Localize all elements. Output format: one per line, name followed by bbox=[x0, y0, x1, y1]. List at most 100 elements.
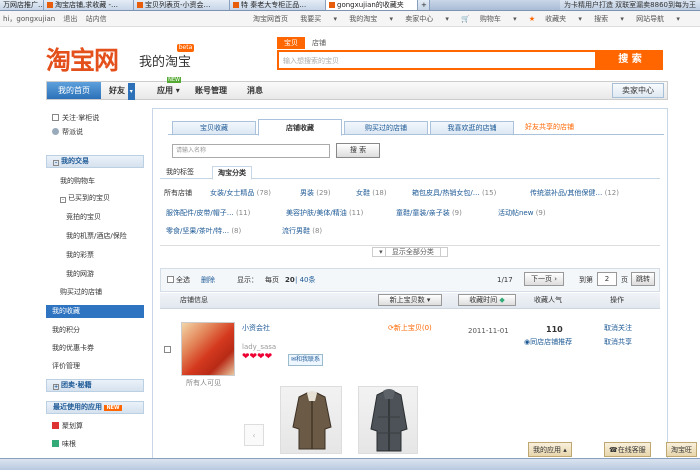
wangwang-button[interactable]: 淘宝旺 bbox=[666, 442, 697, 457]
sidebar-item-games[interactable]: 我的网游 bbox=[46, 268, 144, 280]
favorites-search-button[interactable]: 搜 索 bbox=[336, 143, 380, 158]
col-new-items[interactable]: 新上宝贝数 ▾ bbox=[378, 294, 442, 306]
delete-link[interactable]: 删除 bbox=[201, 274, 215, 286]
search-input[interactable]: 输入想搜索的宝贝 bbox=[277, 50, 597, 70]
tab-shop-favorites[interactable]: 店铺收藏 bbox=[258, 119, 342, 136]
inbox-link[interactable]: 站内信 bbox=[86, 15, 107, 23]
search-button[interactable]: 搜 索 bbox=[597, 50, 663, 70]
per-page-40[interactable]: | 40条 bbox=[295, 274, 316, 286]
goto-button[interactable]: 跳转 bbox=[631, 272, 655, 286]
menu-apps[interactable]: 应用 ▾ bbox=[157, 82, 180, 99]
browser-tab[interactable]: 万网店推广… bbox=[0, 0, 44, 10]
unfollow-link[interactable]: 取消关注 bbox=[604, 323, 632, 333]
new-tab-button[interactable]: + bbox=[418, 0, 430, 10]
subtab-my-tags[interactable]: 我的标签 bbox=[166, 166, 194, 179]
product-thumbnail[interactable] bbox=[280, 386, 342, 454]
unshare-link[interactable]: 取消共享 bbox=[604, 337, 632, 347]
sidebar-item-favorites[interactable]: 我的收藏 bbox=[46, 305, 144, 318]
sidebar-app-weigen[interactable]: 味根 bbox=[46, 438, 144, 450]
sidebar-item-bought-shops[interactable]: 购买过的店铺 bbox=[46, 286, 144, 298]
nav-my-taobao[interactable]: 我的淘宝 ▾ bbox=[349, 15, 393, 23]
category-item[interactable]: 服饰配件/皮带/帽子… (11) bbox=[166, 207, 250, 219]
goto-page-input[interactable]: 2 bbox=[597, 272, 617, 286]
online-service-button[interactable]: ☎在线客服 bbox=[604, 442, 651, 457]
logout-link[interactable]: 退出 bbox=[63, 15, 77, 23]
browser-tab-active[interactable]: gongxujian的收藏夹 bbox=[326, 0, 418, 10]
row-checkbox[interactable] bbox=[164, 345, 173, 354]
subtab-taobao-categories[interactable]: 淘宝分类 bbox=[212, 166, 252, 180]
sidebar-item-points[interactable]: 我的积分 bbox=[46, 324, 144, 336]
nav-seller-center[interactable]: 卖家中心 ▾ bbox=[405, 15, 449, 23]
sidebar-section-apps[interactable]: 最近使用的应用 NEW bbox=[46, 401, 144, 414]
menu-home[interactable]: 我的首页 bbox=[47, 82, 101, 99]
show-all-categories[interactable]: ▾ 显示全部分类 bbox=[160, 245, 660, 258]
search-tab-shops[interactable]: 店铺 bbox=[305, 37, 333, 49]
my-apps-button[interactable]: 我的应用 ▴ bbox=[528, 442, 572, 457]
search-tab-items[interactable]: 宝贝 bbox=[277, 37, 305, 49]
browser-tab-strip: 万网店推广… 淘宝店铺,求收藏 -… 宝贝列表页-小资会… 特 秦老大专柜正品… gon… bbox=[0, 0, 700, 11]
browser-tab[interactable]: 特 秦老大专柜正品… bbox=[230, 0, 326, 10]
tab-liked-shops[interactable]: 我喜欢逛的店铺 bbox=[430, 121, 514, 135]
category-item[interactable]: 男装 (29) bbox=[300, 187, 331, 199]
category-all[interactable]: 所有店铺 bbox=[164, 187, 192, 199]
new-items-link[interactable]: ⟳新上宝贝(0) bbox=[388, 323, 432, 333]
page-info: 1/17 bbox=[497, 276, 513, 284]
sidebar-item-auction[interactable]: 竞拍的宝贝 bbox=[46, 211, 144, 223]
nav-taobao-home[interactable]: 淘宝网首页 bbox=[253, 15, 288, 23]
next-page-button[interactable]: 下一页 › bbox=[524, 272, 564, 286]
nav-cart[interactable]: 🛒 购物车 ▾ bbox=[461, 15, 516, 23]
category-item[interactable]: 箱包皮具/热销女包/… (15) bbox=[412, 187, 496, 199]
category-item[interactable]: 活动帖new (9) bbox=[498, 207, 546, 219]
nav-search[interactable]: 搜索 ▾ bbox=[594, 15, 624, 23]
taobao-logo[interactable]: 淘宝网 bbox=[46, 41, 119, 77]
browser-tab[interactable]: 淘宝店铺,求收藏 -… bbox=[44, 0, 134, 10]
category-item[interactable]: 流行男鞋 (8) bbox=[282, 225, 322, 237]
per-page-20[interactable]: 20 bbox=[285, 274, 295, 286]
expand-icon: + bbox=[53, 384, 59, 390]
nav-buy[interactable]: 我要买 ▾ bbox=[300, 15, 337, 23]
checkbox-icon[interactable] bbox=[167, 276, 174, 283]
sidebar-item-lottery[interactable]: 我的彩票 bbox=[46, 249, 144, 261]
col-fav-time[interactable]: 收藏时间 ◆ bbox=[458, 294, 516, 306]
tab-bought-shops[interactable]: 购买过的店铺 bbox=[344, 121, 428, 135]
seller-center-button[interactable]: 卖家中心 bbox=[612, 83, 664, 98]
category-item[interactable]: 童鞋/童装/亲子装 (9) bbox=[396, 207, 462, 219]
site-top-nav: hi，gongxujian 退出 站内信 淘宝网首页 我要买 ▾ 我的淘宝 ▾ … bbox=[0, 11, 700, 27]
category-item[interactable]: 女鞋 (18) bbox=[356, 187, 387, 199]
product-thumbnail[interactable] bbox=[358, 386, 418, 454]
my-taobao-title: 我的淘宝 bbox=[139, 55, 192, 70]
sidebar-app-juhuasuan[interactable]: 聚划算 bbox=[46, 420, 144, 432]
sidebar-item-follow[interactable]: 关注·掌柜说 bbox=[46, 112, 144, 124]
sidebar-item-reviews[interactable]: 评价管理 bbox=[46, 360, 144, 372]
contact-button[interactable]: ✉和我联系 bbox=[288, 354, 324, 366]
menu-account[interactable]: 账号管理 bbox=[195, 82, 227, 99]
seller-name[interactable]: lady_sasa bbox=[242, 342, 276, 352]
sidebar-section-group[interactable]: + 团卖·秘籍 bbox=[46, 379, 144, 392]
menu-friends[interactable]: 好友 ▾ bbox=[109, 82, 135, 100]
tab-friend-shared-shops[interactable]: 好友共享的店铺 bbox=[525, 122, 574, 132]
category-item[interactable]: 传统滋补品/其他保健… (12) bbox=[530, 187, 619, 199]
select-all[interactable]: 全选 bbox=[167, 274, 190, 286]
category-item[interactable]: 女装/女士精品 (78) bbox=[210, 187, 271, 199]
sidebar-item-tickets[interactable]: 我的机票/酒店/保险 bbox=[46, 230, 144, 242]
shop-name-link[interactable]: 小资会社 bbox=[242, 323, 270, 333]
tab-item-favorites[interactable]: 宝贝收藏 bbox=[172, 121, 256, 135]
service-icon: ☎ bbox=[609, 446, 618, 454]
shop-thumbnail[interactable] bbox=[181, 322, 235, 376]
sidebar-section-trade[interactable]: - 我的交易 bbox=[46, 155, 144, 168]
category-item[interactable]: 零食/坚果/茶叶/特… (8) bbox=[166, 225, 241, 237]
sidebar-item-bought[interactable]: - 已买到的宝贝 bbox=[46, 192, 144, 204]
sidebar-item-coupons[interactable]: 我的优惠卡券 bbox=[46, 342, 144, 354]
sidebar-item-cart[interactable]: 我的购物车 bbox=[46, 175, 144, 187]
favorites-search-input[interactable]: 请输入名称 bbox=[172, 144, 330, 158]
similar-shops-link[interactable]: ◉同店店铺推荐 bbox=[524, 337, 572, 347]
category-item[interactable]: 美容护肤/美体/精油 (11) bbox=[286, 207, 363, 219]
checkbox-icon[interactable] bbox=[164, 346, 171, 353]
gallery-prev-button[interactable]: ‹ bbox=[244, 424, 264, 446]
show-all-button[interactable]: ▾ 显示全部分类 bbox=[372, 247, 448, 257]
menu-messages[interactable]: 消息 bbox=[247, 82, 263, 99]
browser-tab[interactable]: 宝贝列表页-小资会… bbox=[134, 0, 230, 10]
nav-site-map[interactable]: 网站导航 ▾ bbox=[636, 15, 680, 23]
sidebar-item-bangpai[interactable]: 帮派说 bbox=[46, 126, 144, 138]
nav-favorites[interactable]: ★ 收藏夹 ▾ bbox=[529, 15, 582, 23]
